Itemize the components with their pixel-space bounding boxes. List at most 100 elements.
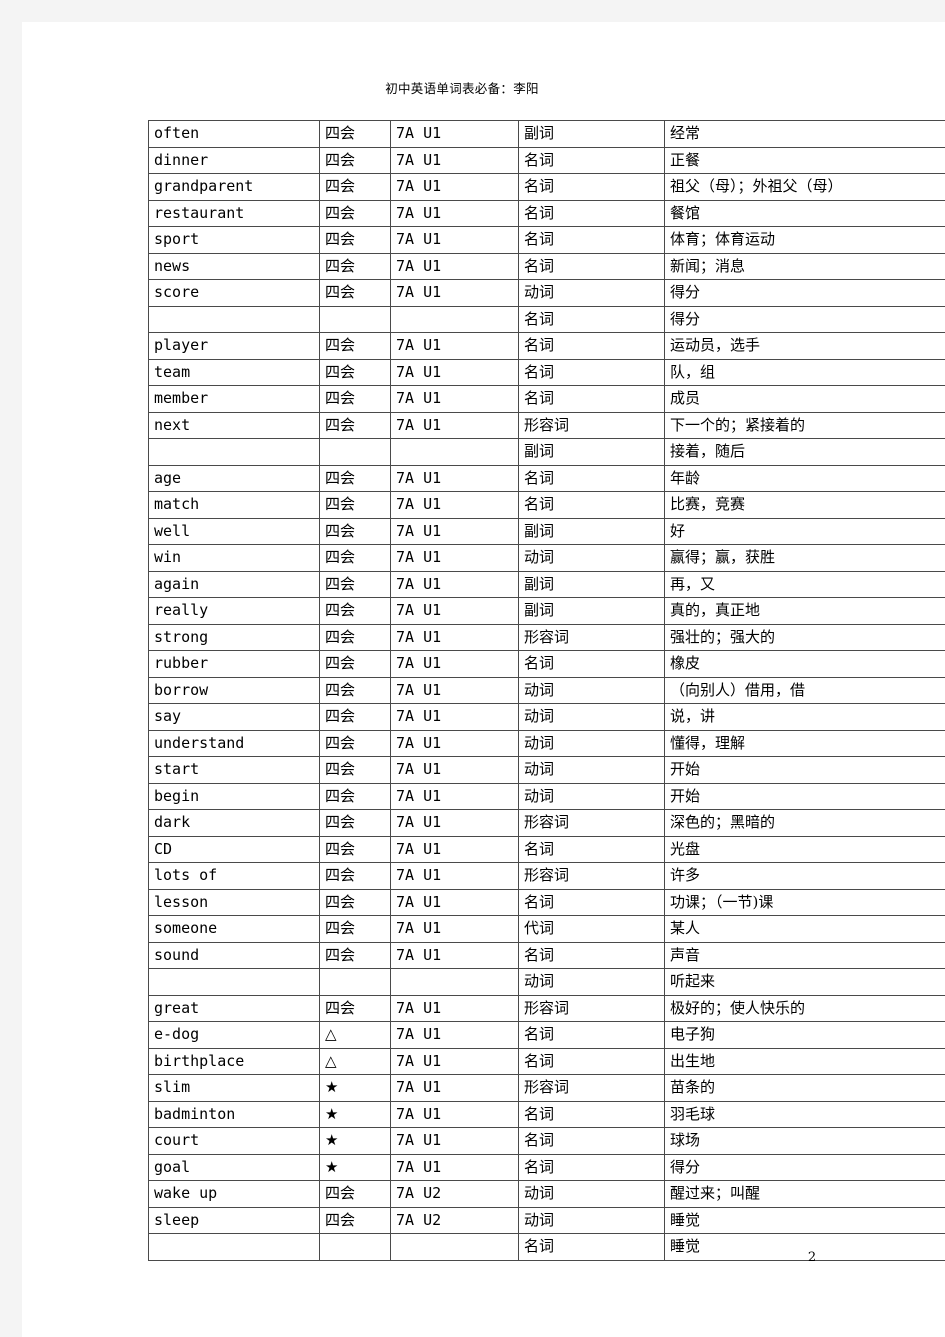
table-row: again 四会 7A U1 副词 再，又 [148,570,945,598]
definition-cell: 许多 [664,862,945,890]
unit-cell: 7A U1 [390,1127,519,1155]
word-cell: team [148,358,320,386]
table-row: begin 四会 7A U1 动词 开始 [148,782,945,810]
unit-cell: 7A U1 [390,597,519,625]
part-of-speech-cell: 名词 [518,491,665,519]
table-row: e-dog △ 7A U1 名词 电子狗 [148,1021,945,1049]
definition-cell: 下一个的；紧接着的 [664,411,945,439]
definition-cell: 球场 [664,1127,945,1155]
mark-cell: 四会 [319,199,391,227]
table-row: understand 四会 7A U1 动词 懂得，理解 [148,729,945,757]
unit-cell: 7A U1 [390,994,519,1022]
definition-cell: （向别人）借用，借 [664,676,945,704]
unit-cell: 7A U1 [390,809,519,837]
definition-cell: 说，讲 [664,703,945,731]
mark-cell: 四会 [319,941,391,969]
document-page: 初中英语单词表必备：李阳 often 四会 7A U1 副词 经常 dinner 四会 7A … [22,22,945,1337]
unit-cell: 7A U1 [390,862,519,890]
table-row: badminton ★ 7A U1 名词 羽毛球 [148,1100,945,1128]
unit-cell: 7A U1 [390,1021,519,1049]
part-of-speech-cell: 形容词 [518,411,665,439]
unit-cell: 7A U1 [390,676,519,704]
mark-cell: 四会 [319,146,391,174]
part-of-speech-cell: 动词 [518,544,665,572]
part-of-speech-cell: 形容词 [518,1074,665,1102]
word-cell: strong [148,623,320,651]
mark-cell: 四会 [319,597,391,625]
table-row: 动词 听起来 [148,968,945,996]
mark-cell: ★ [319,1153,391,1181]
table-row: really 四会 7A U1 副词 真的，真正地 [148,597,945,625]
word-cell: again [148,570,320,598]
unit-cell [390,1233,519,1261]
table-row: court ★ 7A U1 名词 球场 [148,1127,945,1155]
part-of-speech-cell: 形容词 [518,862,665,890]
definition-cell: 年龄 [664,464,945,492]
unit-cell: 7A U1 [390,570,519,598]
unit-cell: 7A U1 [390,1074,519,1102]
word-cell: well [148,517,320,545]
word-cell: someone [148,915,320,943]
word-cell: age [148,464,320,492]
table-row: next 四会 7A U1 形容词 下一个的；紧接着的 [148,411,945,439]
mark-cell: 四会 [319,570,391,598]
mark-cell: 四会 [319,862,391,890]
unit-cell: 7A U1 [390,199,519,227]
part-of-speech-cell: 动词 [518,1180,665,1208]
mark-cell: 四会 [319,994,391,1022]
unit-cell: 7A U1 [390,782,519,810]
mark-cell: 四会 [319,729,391,757]
part-of-speech-cell: 名词 [518,941,665,969]
part-of-speech-cell: 名词 [518,358,665,386]
word-cell: member [148,385,320,413]
word-cell: news [148,252,320,280]
word-cell: often [148,120,320,148]
table-row: score 四会 7A U1 动词 得分 [148,279,945,307]
part-of-speech-cell: 名词 [518,146,665,174]
definition-cell: 声音 [664,941,945,969]
part-of-speech-cell: 动词 [518,968,665,996]
mark-cell [319,1233,391,1261]
mark-cell: 四会 [319,120,391,148]
mark-cell: 四会 [319,517,391,545]
definition-cell: 体育；体育运动 [664,226,945,254]
word-cell: grandparent [148,173,320,201]
part-of-speech-cell: 名词 [518,305,665,333]
definition-cell: 成员 [664,385,945,413]
word-cell: goal [148,1153,320,1181]
mark-cell [319,968,391,996]
table-row: goal ★ 7A U1 名词 得分 [148,1153,945,1181]
unit-cell: 7A U1 [390,915,519,943]
unit-cell: 7A U1 [390,226,519,254]
page-title: 初中英语单词表必备：李阳 [385,81,539,96]
unit-cell: 7A U1 [390,146,519,174]
word-cell [148,968,320,996]
definition-cell: 真的，真正地 [664,597,945,625]
table-row: 名词 得分 [148,305,945,333]
part-of-speech-cell: 名词 [518,1021,665,1049]
part-of-speech-cell: 动词 [518,279,665,307]
table-row: 副词 接着，随后 [148,438,945,466]
word-cell: understand [148,729,320,757]
definition-cell: 运动员，选手 [664,332,945,360]
table-row: grandparent 四会 7A U1 名词 祖父（母）；外祖父（母） [148,173,945,201]
definition-cell: 接着，随后 [664,438,945,466]
definition-cell: 得分 [664,279,945,307]
part-of-speech-cell: 动词 [518,729,665,757]
part-of-speech-cell: 名词 [518,1153,665,1181]
mark-cell: 四会 [319,332,391,360]
word-cell: borrow [148,676,320,704]
mark-cell: 四会 [319,888,391,916]
table-row: dinner 四会 7A U1 名词 正餐 [148,146,945,174]
word-cell: start [148,756,320,784]
definition-cell: 极好的；使人快乐的 [664,994,945,1022]
unit-cell: 7A U1 [390,1047,519,1075]
unit-cell [390,968,519,996]
table-row: dark 四会 7A U1 形容词 深色的；黑暗的 [148,809,945,837]
unit-cell: 7A U1 [390,491,519,519]
mark-cell: 四会 [319,782,391,810]
word-cell: say [148,703,320,731]
part-of-speech-cell: 动词 [518,782,665,810]
part-of-speech-cell: 副词 [518,570,665,598]
part-of-speech-cell: 名词 [518,650,665,678]
